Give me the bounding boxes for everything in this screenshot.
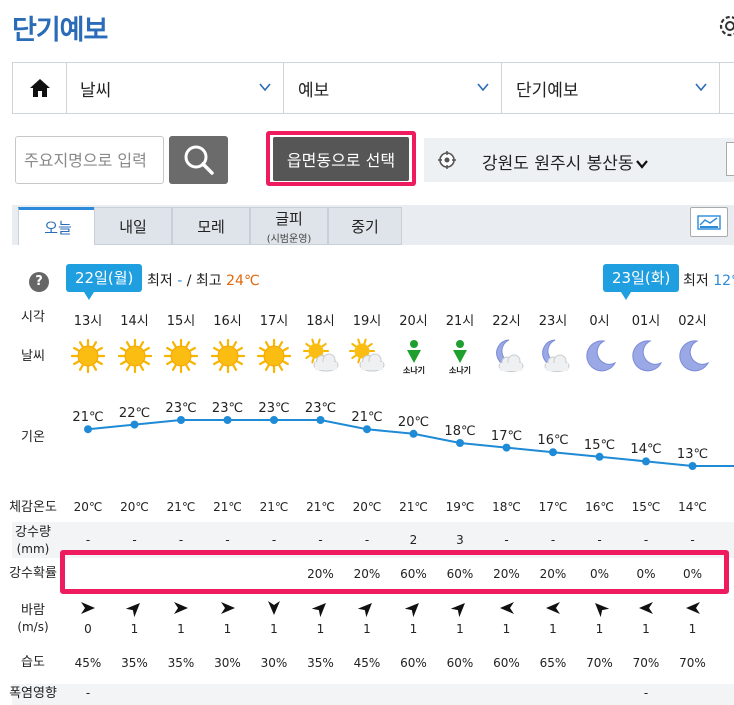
temperature-point (130, 420, 139, 429)
temperature-point (316, 416, 325, 424)
temperature-point (595, 452, 604, 461)
temperature-line-chart (84, 416, 734, 470)
temperature-point (270, 416, 278, 424)
temperature-point (223, 416, 232, 424)
temperature-point (502, 443, 511, 452)
temperature-point (456, 439, 464, 447)
temperature-point (688, 462, 697, 470)
temperature-line (87, 419, 734, 467)
temperature-point (409, 429, 418, 438)
highlight-box-probability (60, 550, 729, 594)
temperature-point (363, 425, 371, 434)
temperature-point (642, 457, 650, 466)
temperature-point (549, 448, 557, 457)
temperature-point (177, 416, 185, 424)
temperature-point (84, 425, 92, 434)
